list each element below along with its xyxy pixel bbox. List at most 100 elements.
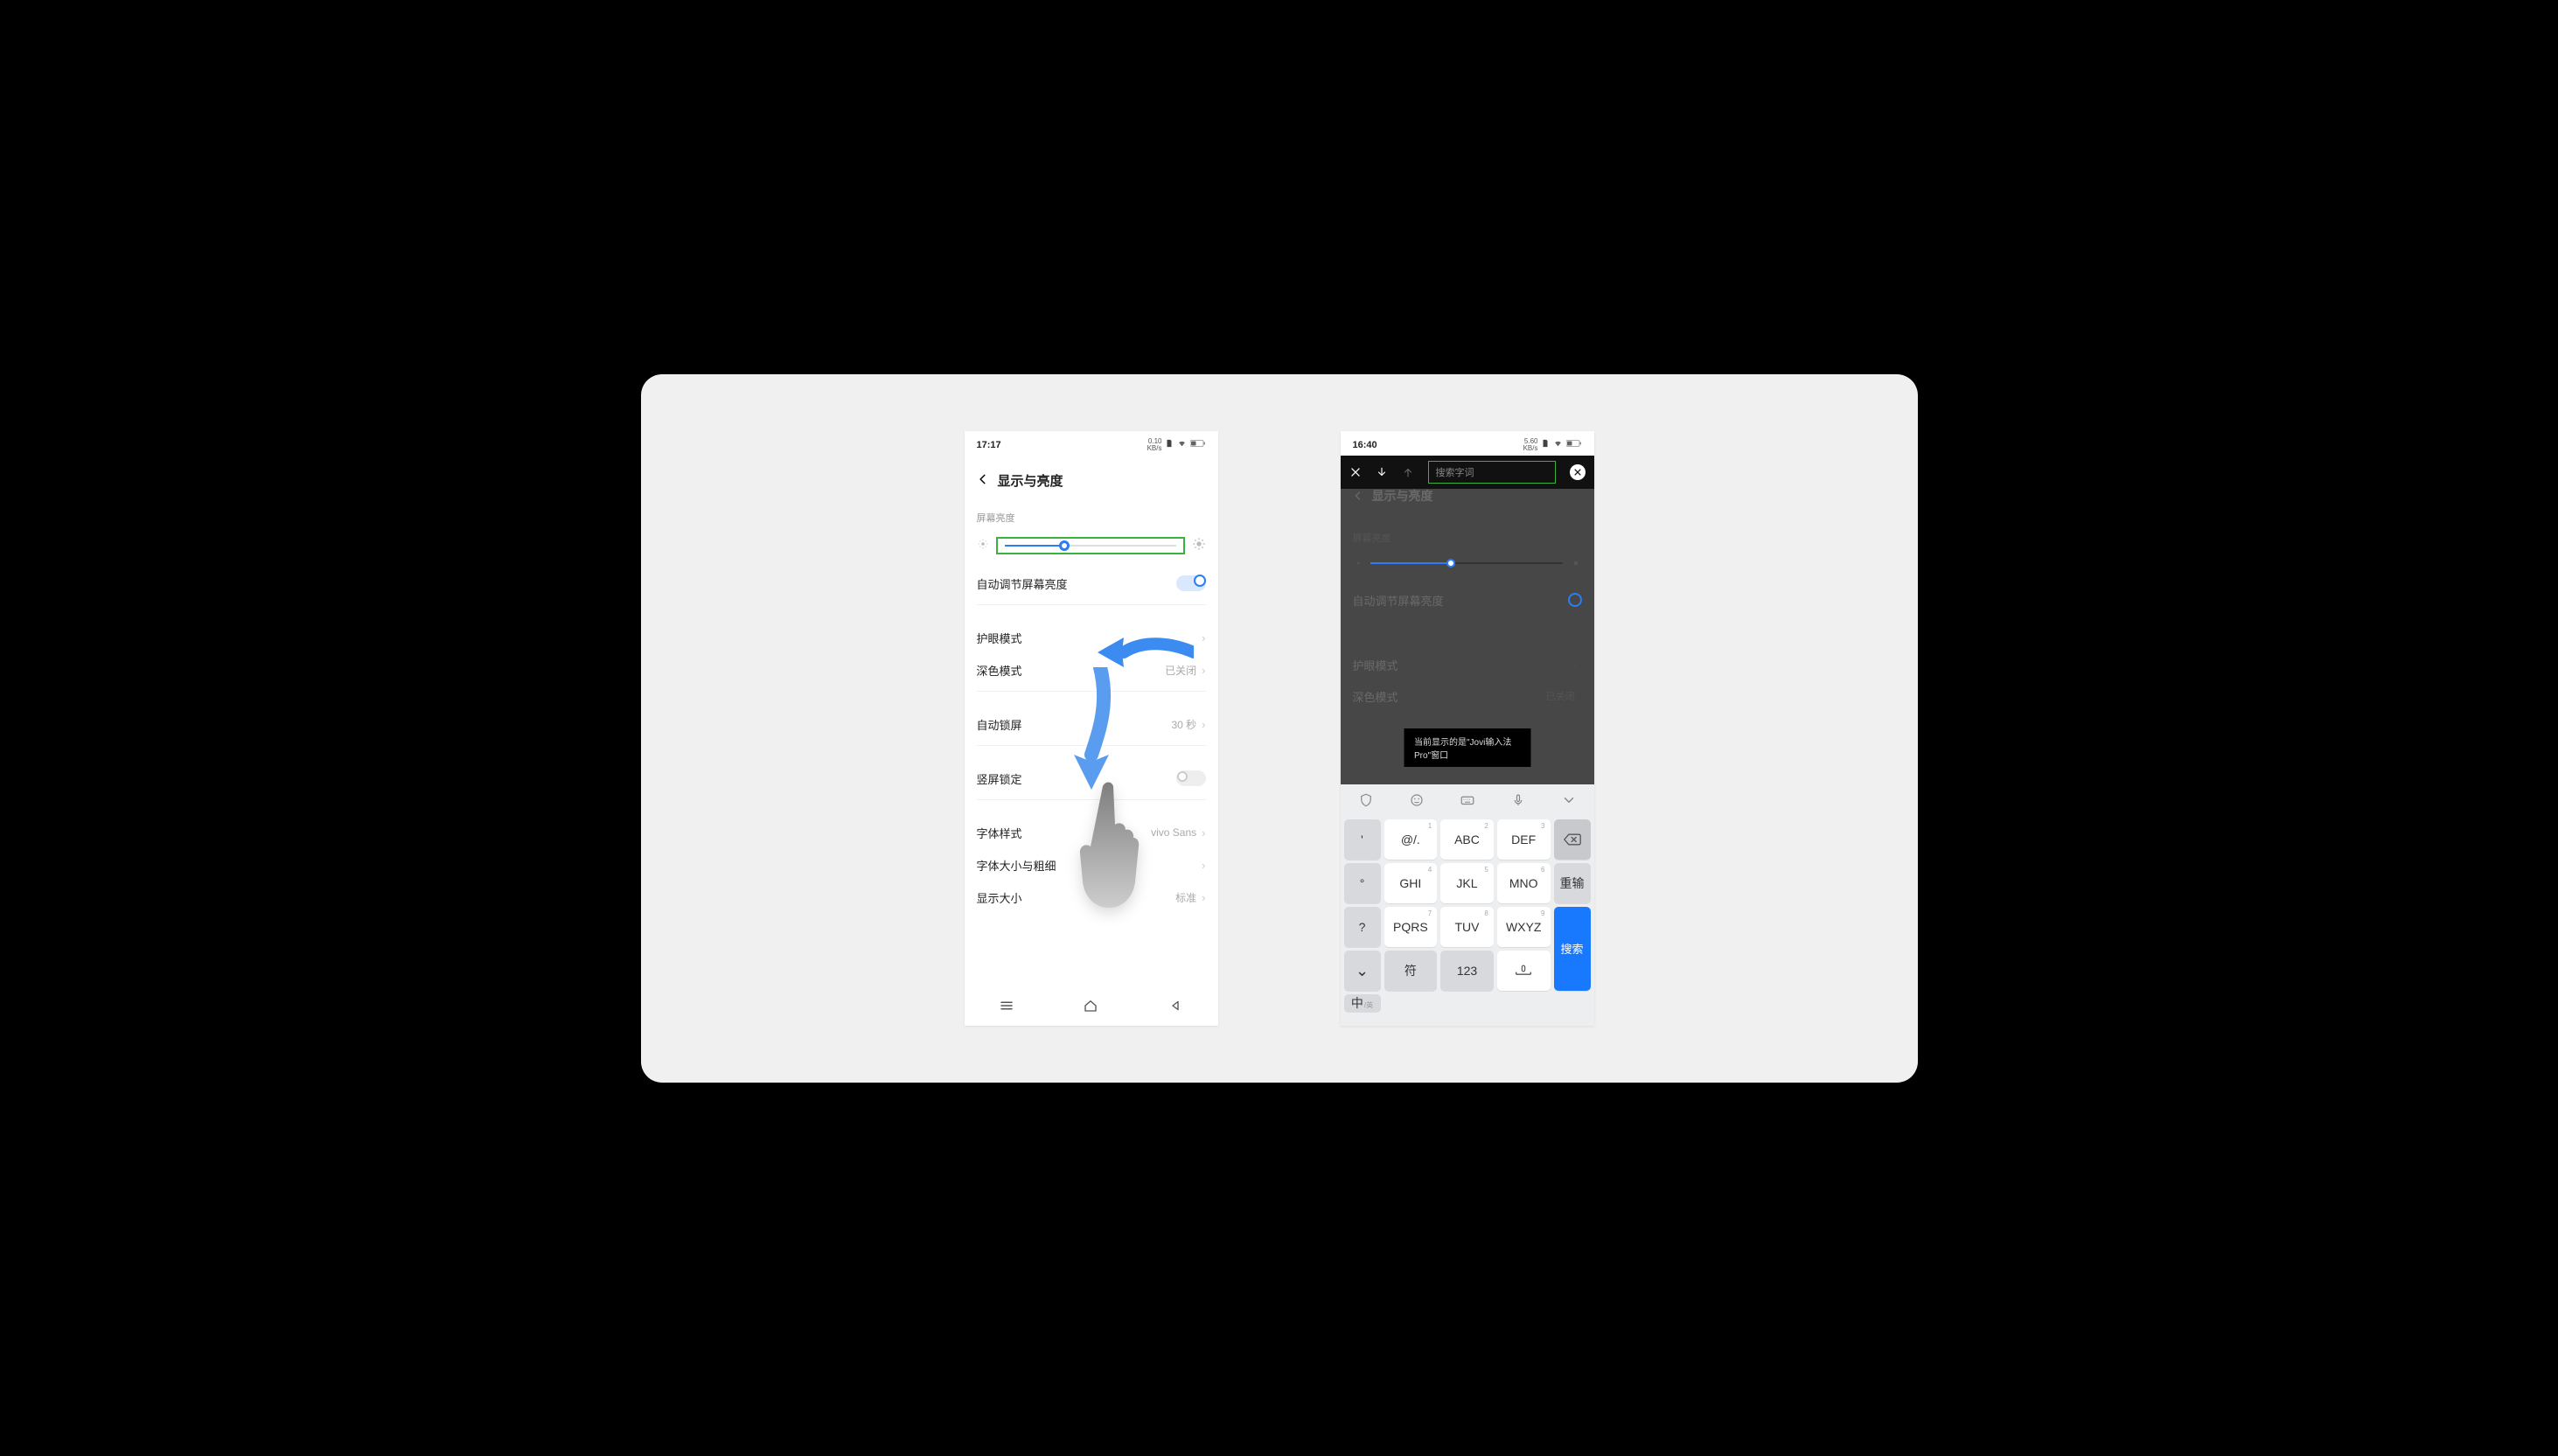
- chevron-right-icon: ›: [1202, 664, 1205, 677]
- dim-header: 显示与亮度: [1353, 487, 1433, 505]
- brightness-slider-highlight: [996, 537, 1185, 554]
- rotation-lock-label: 竖屏锁定: [977, 770, 1022, 787]
- search-placeholder: 搜索字词: [1436, 465, 1474, 479]
- chevron-right-icon: ›: [1202, 859, 1205, 872]
- sim-icon: [1165, 439, 1174, 450]
- dark-mode-value: 已关闭: [1165, 663, 1196, 678]
- brightness-section-label: 屏幕亮度: [965, 502, 1218, 528]
- rotation-lock-toggle[interactable]: [1176, 770, 1206, 786]
- font-size-row[interactable]: 字体大小与粗细 ›: [965, 853, 1218, 886]
- display-size-value: 标准: [1175, 890, 1196, 905]
- dim-eye-mode-row: 护眼模式›: [1353, 657, 1582, 673]
- font-style-row[interactable]: 字体样式 vivo Sans ›: [965, 812, 1218, 853]
- keyboard-icon[interactable]: [1460, 792, 1475, 811]
- status-time: 17:17: [977, 440, 1001, 450]
- chevron-right-icon: ›: [1202, 826, 1205, 839]
- home-icon[interactable]: [1083, 998, 1098, 1016]
- mic-icon[interactable]: [1510, 792, 1526, 811]
- font-style-label: 字体样式: [977, 825, 1022, 841]
- key-punct-degree[interactable]: °: [1344, 863, 1381, 903]
- dim-auto-brightness-row: 自动调节屏幕亮度: [1353, 592, 1582, 609]
- sim-icon: [1541, 439, 1550, 450]
- key-jkl[interactable]: 5JKL: [1440, 863, 1494, 903]
- page-title: 显示与亮度: [998, 471, 1063, 490]
- display-size-row[interactable]: 显示大小 标准 ›: [965, 886, 1218, 918]
- auto-brightness-row[interactable]: 自动调节屏幕亮度: [965, 563, 1218, 604]
- key-backspace[interactable]: [1554, 819, 1591, 860]
- key-language[interactable]: 中/英: [1344, 994, 1381, 1012]
- arrow-up-icon[interactable]: [1402, 466, 1414, 478]
- dim-section-label: 屏幕亮度: [1353, 531, 1391, 545]
- dim-toggle-icon: [1568, 593, 1582, 607]
- chevron-down-icon[interactable]: [1561, 792, 1577, 811]
- auto-brightness-toggle[interactable]: [1176, 575, 1206, 591]
- sun-bright-icon: [1192, 537, 1206, 554]
- auto-brightness-label: 自动调节屏幕亮度: [977, 575, 1068, 592]
- status-bar: 16:40 5.60 KB/s: [1341, 431, 1594, 456]
- app-header: 显示与亮度: [965, 456, 1218, 502]
- ime-toast: 当前显示的是"Jovi输入法Pro"窗口: [1404, 728, 1530, 767]
- sun-dim-icon: [977, 538, 989, 553]
- key-chevron-down[interactable]: ⌄: [1344, 951, 1381, 991]
- battery-icon: [1190, 439, 1206, 450]
- system-navbar: [965, 989, 1218, 1026]
- find-in-page-bar: 搜索字词: [1341, 456, 1594, 489]
- key-space[interactable]: [1497, 951, 1551, 991]
- auto-lock-label: 自动锁屏: [977, 716, 1022, 733]
- dim-title: 显示与亮度: [1372, 487, 1433, 505]
- dark-mode-row[interactable]: 深色模式 已关闭 ›: [965, 658, 1218, 691]
- key-mno[interactable]: 6MNO: [1497, 863, 1551, 903]
- dark-mode-label: 深色模式: [977, 662, 1022, 679]
- eye-mode-label: 护眼模式: [977, 630, 1022, 646]
- key-ghi[interactable]: 4GHI: [1384, 863, 1438, 903]
- shield-icon[interactable]: [1358, 792, 1374, 811]
- status-net-rate: 5.60 KB/s: [1523, 438, 1538, 452]
- font-size-label: 字体大小与粗细: [977, 857, 1056, 874]
- auto-lock-value: 30 秒: [1171, 717, 1196, 732]
- key-wxyz[interactable]: 9WXYZ: [1497, 907, 1551, 947]
- status-bar: 17:17 0.10 KB/s: [965, 431, 1218, 456]
- key-punct-apostrophe[interactable]: ': [1344, 819, 1381, 860]
- status-right: 0.10 KB/s: [1147, 438, 1206, 452]
- phone-right: 16:40 5.60 KB/s 显示与: [1341, 431, 1594, 1026]
- search-input[interactable]: 搜索字词: [1428, 461, 1556, 484]
- chevron-right-icon: ›: [1202, 718, 1205, 731]
- dim-dark-mode-row: 深色模式 已关闭 ›: [1353, 688, 1582, 705]
- recent-apps-icon[interactable]: [999, 998, 1014, 1016]
- status-net-rate: 0.10 KB/s: [1147, 438, 1162, 452]
- clear-icon[interactable]: [1570, 464, 1586, 480]
- status-right: 5.60 KB/s: [1523, 438, 1582, 452]
- key-123[interactable]: 123: [1440, 951, 1494, 991]
- key-at[interactable]: 1@/.: [1384, 819, 1438, 860]
- brightness-slider-row: [965, 528, 1218, 563]
- wifi-icon: [1552, 439, 1564, 450]
- battery-icon: [1566, 439, 1582, 450]
- font-style-value: vivo Sans: [1151, 826, 1196, 839]
- auto-lock-row[interactable]: 自动锁屏 30 秒 ›: [965, 704, 1218, 745]
- back-icon[interactable]: [977, 473, 989, 488]
- status-time: 16:40: [1353, 440, 1377, 450]
- arrow-down-icon[interactable]: [1376, 466, 1388, 478]
- close-icon[interactable]: [1349, 466, 1362, 478]
- key-retype[interactable]: 重输: [1554, 863, 1591, 903]
- rotation-lock-row[interactable]: 竖屏锁定: [965, 758, 1218, 799]
- wifi-icon: [1176, 439, 1188, 450]
- phone-left: 17:17 0.10 KB/s 显示与亮度: [965, 431, 1218, 1026]
- dim-slider: [1353, 557, 1582, 569]
- key-search[interactable]: 搜索: [1554, 907, 1591, 991]
- emoji-icon[interactable]: [1409, 792, 1425, 811]
- chevron-right-icon: ›: [1202, 891, 1205, 904]
- brightness-slider-thumb[interactable]: [1059, 540, 1070, 551]
- key-abc[interactable]: 2ABC: [1440, 819, 1494, 860]
- key-tuv[interactable]: 8TUV: [1440, 907, 1494, 947]
- eye-mode-row[interactable]: 护眼模式 ›: [965, 617, 1218, 658]
- key-symbol[interactable]: 符: [1384, 951, 1438, 991]
- tutorial-stage: 17:17 0.10 KB/s 显示与亮度: [641, 374, 1918, 1083]
- key-pqrs[interactable]: 7PQRS: [1384, 907, 1438, 947]
- back-nav-icon[interactable]: [1167, 998, 1183, 1016]
- ime-keyboard: ' 1@/. 2ABC 3DEF ° 4GHI 5JKL 6MNO 重输 ? 7…: [1341, 784, 1594, 1026]
- brightness-slider[interactable]: [1005, 545, 1176, 547]
- key-def[interactable]: 3DEF: [1497, 819, 1551, 860]
- key-punct-question[interactable]: ?: [1344, 907, 1381, 947]
- ime-keygrid: ' 1@/. 2ABC 3DEF ° 4GHI 5JKL 6MNO 重输 ? 7…: [1341, 819, 1594, 1017]
